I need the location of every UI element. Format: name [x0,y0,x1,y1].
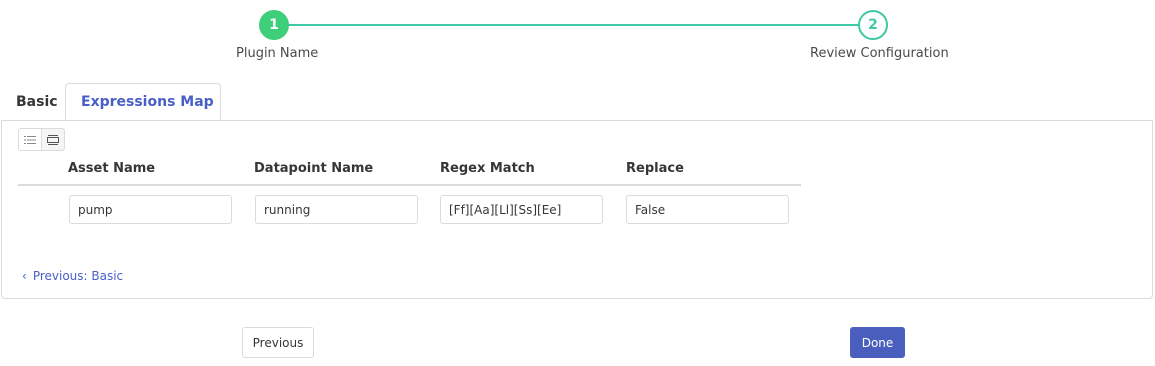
tab-expressions-map[interactable]: Expressions Map [65,83,221,121]
previous-button[interactable]: Previous [242,327,314,358]
list-view-button[interactable] [18,128,42,151]
table-header: Asset Name Datapoint Name Regex Match Re… [18,161,801,186]
replace-input[interactable] [626,195,789,224]
column-header-regex-match: Regex Match [440,161,535,176]
tab-basic[interactable]: Basic [1,83,64,121]
view-toggle [18,128,65,151]
step-2-label: Review Configuration [810,46,949,61]
regex-match-input[interactable] [440,195,603,224]
step-connector-line [288,24,859,26]
step-1-label: Plugin Name [236,46,319,61]
done-button[interactable]: Done [850,327,905,358]
step-2-indicator[interactable]: 2 [858,10,888,40]
column-header-datapoint-name: Datapoint Name [254,161,374,176]
datapoint-name-input[interactable] [255,195,418,224]
card-view-button[interactable] [41,128,65,151]
wizard-stepper: 1 2 Plugin Name Review Configuration [0,0,1155,70]
expressions-map-panel: Asset Name Datapoint Name Regex Match Re… [1,120,1153,299]
card-view-icon [47,134,59,145]
asset-name-input[interactable] [69,195,232,224]
column-header-asset-name: Asset Name [68,161,156,176]
previous-basic-link-label: Previous: Basic [32,269,124,283]
list-view-icon [24,135,36,144]
chevron-left-icon: ‹ [22,269,27,283]
column-header-replace: Replace [626,161,684,176]
previous-basic-link[interactable]: ‹ Previous: Basic [22,269,123,283]
step-1-indicator[interactable]: 1 [259,10,289,40]
